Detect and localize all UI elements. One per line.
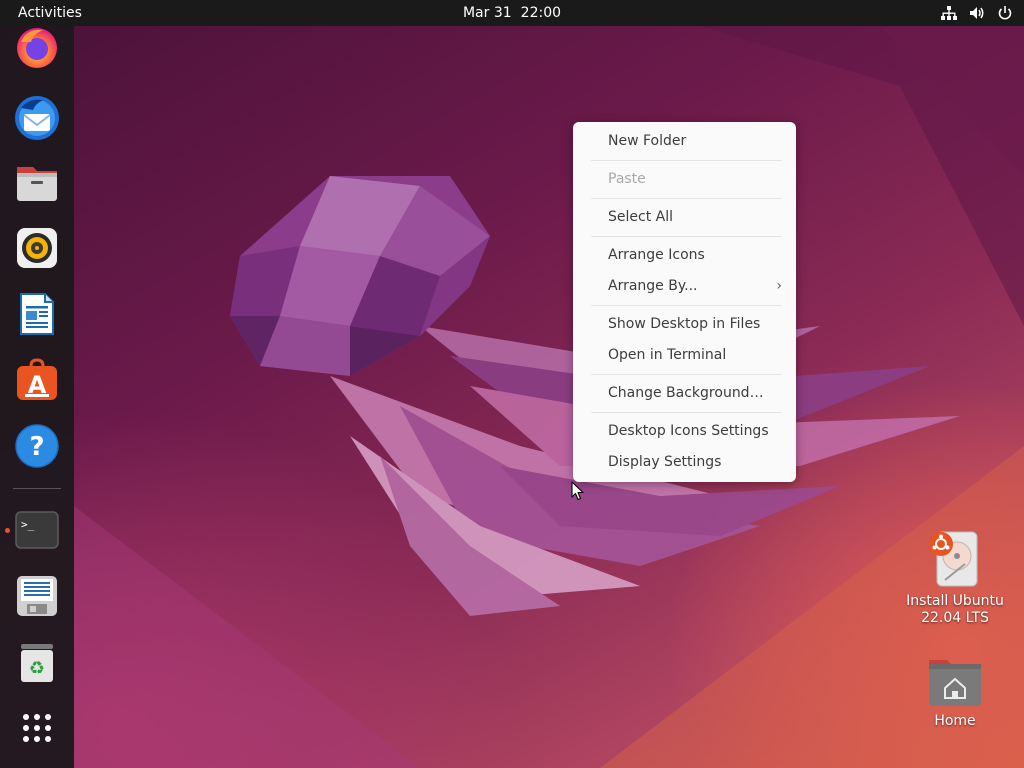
thunderbird-icon: [15, 96, 59, 140]
top-bar: Activities Mar 31 22:00: [0, 0, 1024, 26]
dock-separator: [13, 488, 61, 489]
desktop-icon-label: Home: [934, 713, 976, 729]
terminal-icon: >_: [15, 511, 59, 549]
dock-show-applications[interactable]: [13, 704, 61, 752]
install-ubuntu-icon: [929, 531, 978, 587]
app-grid-icon: [23, 714, 51, 742]
running-indicator: [5, 528, 10, 533]
dock-trash[interactable]: ♻: [13, 638, 61, 686]
dock-files[interactable]: [13, 159, 61, 207]
dock: A ? >_ ♻: [0, 26, 74, 768]
trash-icon: ♻: [21, 644, 53, 682]
menu-separator: [591, 305, 782, 306]
menu-item-open-in-terminal[interactable]: Open in Terminal: [573, 340, 796, 371]
dock-firefox[interactable]: [13, 22, 61, 70]
rhythmbox-icon: [17, 228, 57, 268]
desktop-icon-label: Install Ubuntu: [906, 593, 1004, 609]
jellyfish-artwork: [74, 26, 1024, 768]
menu-item-show-desktop-in-files[interactable]: Show Desktop in Files: [573, 309, 796, 340]
dock-thunderbird[interactable]: [13, 94, 61, 142]
menu-item-change-background[interactable]: Change Background…: [573, 378, 796, 409]
dock-text-editor[interactable]: [13, 572, 61, 620]
dock-help[interactable]: ?: [13, 422, 61, 470]
desktop-icon-home[interactable]: Home: [900, 654, 1010, 730]
menu-item-arrange-icons[interactable]: Arrange Icons: [573, 240, 796, 271]
clock-date: Mar 31: [462, 5, 512, 21]
menu-item-arrange-by[interactable]: Arrange By... ›: [573, 271, 796, 302]
volume-icon[interactable]: [968, 4, 986, 22]
menu-item-paste[interactable]: Paste: [573, 164, 796, 195]
dock-writer[interactable]: [13, 290, 61, 338]
writer-icon: [20, 293, 54, 335]
home-folder-icon: [929, 660, 981, 706]
menu-item-label: Arrange By...: [608, 278, 698, 294]
svg-text:?: ?: [29, 432, 44, 462]
network-icon[interactable]: [940, 4, 958, 22]
desktop-wallpaper[interactable]: [0, 26, 1024, 768]
dock-terminal[interactable]: >_: [13, 506, 61, 554]
help-icon: ?: [15, 424, 59, 468]
text-editor-icon: [17, 576, 57, 616]
svg-text:>_: >_: [21, 518, 35, 531]
submenu-arrow-icon: ›: [776, 278, 782, 294]
menu-separator: [591, 160, 782, 161]
menu-separator: [591, 198, 782, 199]
software-icon: A: [17, 358, 57, 400]
clock-button[interactable]: Mar 31 22:00: [463, 5, 561, 22]
desktop-icon-install-ubuntu[interactable]: Install Ubuntu 22.04 LTS: [900, 528, 1010, 627]
system-tray[interactable]: [940, 4, 1014, 22]
desktop-context-menu: New Folder Paste Select All Arrange Icon…: [573, 122, 796, 482]
menu-item-new-folder[interactable]: New Folder: [573, 126, 796, 157]
activities-button[interactable]: Activities: [18, 5, 82, 22]
svg-text:♻: ♻: [29, 658, 45, 679]
dock-rhythmbox[interactable]: [13, 224, 61, 272]
power-icon[interactable]: [996, 4, 1014, 22]
menu-item-select-all[interactable]: Select All: [573, 202, 796, 233]
menu-item-display-settings[interactable]: Display Settings: [573, 447, 796, 478]
menu-item-desktop-icons-settings[interactable]: Desktop Icons Settings: [573, 416, 796, 447]
files-icon: [17, 167, 57, 201]
mouse-cursor-icon: [571, 481, 584, 501]
menu-separator: [591, 374, 782, 375]
dock-software[interactable]: A: [13, 356, 61, 404]
clock-time: 22:00: [520, 5, 562, 21]
menu-separator: [591, 412, 782, 413]
menu-separator: [591, 236, 782, 237]
desktop-icon-label: 22.04 LTS: [921, 610, 989, 626]
firefox-icon: [17, 28, 57, 68]
